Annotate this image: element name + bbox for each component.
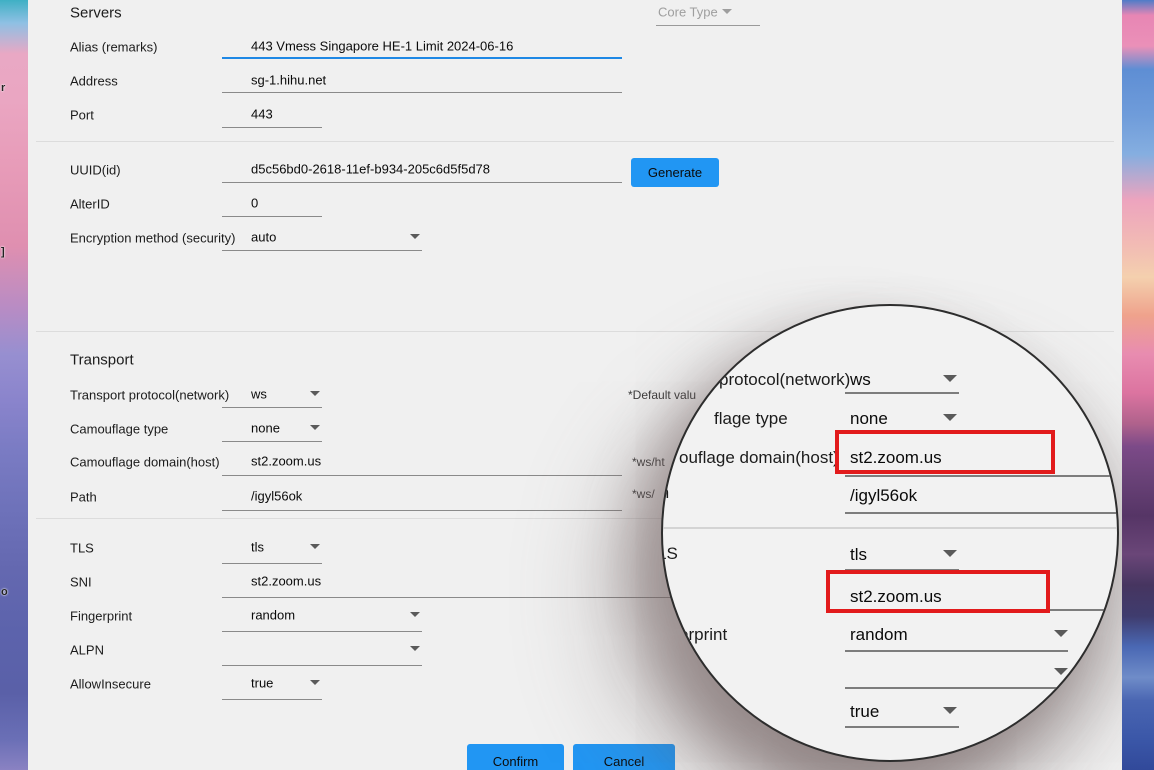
edge-text-fragment: ]	[1, 246, 5, 258]
magnifier-content: protocol(network) ws flage type none ouf…	[663, 306, 1117, 760]
alias-input[interactable]: 443 Vmess Singapore HE-1 Limit 2024-06-1…	[251, 39, 513, 54]
network-hint: *Default valu	[628, 388, 696, 402]
chevron-down-icon	[1054, 630, 1068, 637]
camouflage-domain-underline	[222, 475, 622, 476]
chevron-down-icon[interactable]	[410, 234, 420, 239]
fingerprint-underline	[222, 631, 422, 632]
alterid-input[interactable]: 0	[251, 196, 258, 211]
encryption-label: Encryption method (security)	[70, 231, 235, 246]
path-input[interactable]: /igyl56ok	[251, 489, 302, 504]
zoom-underline	[845, 726, 959, 728]
camouflage-type-label: Camouflage type	[70, 422, 168, 437]
chevron-down-icon[interactable]	[310, 680, 320, 685]
path-underline	[222, 510, 622, 511]
core-type-underline	[656, 25, 760, 26]
address-input[interactable]: sg-1.hihu.net	[251, 73, 326, 88]
chevron-down-icon	[943, 707, 957, 714]
address-label: Address	[70, 74, 118, 89]
network-dropdown[interactable]: ws	[251, 387, 267, 402]
sni-input[interactable]: st2.zoom.us	[251, 574, 321, 589]
camouflage-domain-label: Camouflage domain(host)	[70, 455, 220, 470]
cancel-button[interactable]: Cancel	[573, 744, 675, 770]
port-underline	[222, 127, 322, 128]
tls-label: TLS	[70, 541, 94, 556]
zoom-section-separator	[663, 527, 1117, 529]
network-label: Transport protocol(network)	[70, 388, 229, 403]
tls-underline	[222, 563, 322, 564]
alias-label: Alias (remarks)	[70, 40, 157, 55]
zoom-network-label: protocol(network)	[719, 370, 850, 390]
wallpaper-right-strip	[1122, 0, 1154, 770]
camouflage-type-dropdown[interactable]: none	[251, 421, 280, 436]
uuid-label: UUID(id)	[70, 163, 121, 178]
chevron-down-icon[interactable]	[722, 9, 732, 14]
zoom-sni-label: I	[664, 584, 669, 604]
alpn-label: ALPN	[70, 643, 104, 658]
uuid-underline	[222, 182, 622, 183]
screen: Servers Core Type Alias (remarks) 443 Vm…	[0, 0, 1154, 770]
sni-label: SNI	[70, 575, 92, 590]
path-label: Path	[70, 490, 97, 505]
alterid-label: AlterID	[70, 197, 110, 212]
chevron-down-icon	[1054, 668, 1068, 675]
fingerprint-dropdown[interactable]: random	[251, 608, 295, 623]
allow-insecure-label: AllowInsecure	[70, 677, 151, 692]
zoom-tls-value: tls	[850, 545, 867, 565]
section-separator	[36, 141, 1114, 142]
magnifier-lens: protocol(network) ws flage type none ouf…	[661, 304, 1119, 762]
chevron-down-icon[interactable]	[410, 612, 420, 617]
camouflage-domain-input[interactable]: st2.zoom.us	[251, 454, 321, 469]
zoom-tls-label: LS	[663, 544, 678, 564]
zoom-camouflage-type-value: none	[850, 409, 888, 429]
transport-title: Transport	[70, 352, 134, 369]
encryption-underline	[222, 250, 422, 251]
chevron-down-icon[interactable]	[410, 646, 420, 651]
confirm-button[interactable]: Confirm	[467, 744, 564, 770]
core-type-dropdown[interactable]: Core Type	[658, 5, 718, 20]
encryption-dropdown[interactable]: auto	[251, 230, 276, 245]
zoom-underline	[845, 392, 959, 394]
zoom-underline	[845, 687, 1068, 689]
zoom-path-label: th	[663, 483, 669, 503]
chevron-down-icon	[943, 550, 957, 557]
chevron-down-icon	[943, 375, 957, 382]
port-input[interactable]: 443	[251, 107, 273, 122]
domain-hint: *ws/ht	[632, 455, 665, 469]
zoom-camouflage-domain-label: ouflage domain(host)	[679, 448, 839, 468]
tls-dropdown[interactable]: tls	[251, 540, 264, 555]
uuid-input[interactable]: d5c56bd0-2618-11ef-b934-205c6d5f5d78	[251, 162, 490, 177]
edge-text-fragment: r	[1, 82, 5, 94]
zoom-path-value: /igyl56ok	[850, 486, 917, 506]
highlight-box-sni	[826, 570, 1050, 613]
zoom-underline	[845, 475, 1112, 477]
generate-button[interactable]: Generate	[631, 158, 719, 187]
camouflage-type-underline	[222, 441, 322, 442]
edge-text-fragment: o	[1, 586, 8, 598]
chevron-down-icon	[943, 414, 957, 421]
chevron-down-icon[interactable]	[310, 425, 320, 430]
dialog-title: Servers	[70, 5, 122, 22]
alterid-underline	[222, 216, 322, 217]
allow-insecure-underline	[222, 699, 322, 700]
network-underline	[222, 407, 322, 408]
zoom-underline	[845, 650, 1068, 652]
wallpaper-left-strip: r ] o	[0, 0, 28, 770]
chevron-down-icon[interactable]	[310, 544, 320, 549]
zoom-network-value: ws	[850, 370, 871, 390]
port-label: Port	[70, 108, 94, 123]
alpn-underline	[222, 665, 422, 666]
zoom-underline	[845, 512, 1117, 514]
allow-insecure-dropdown[interactable]: true	[251, 676, 273, 691]
highlight-box-camouflage-domain	[835, 430, 1055, 474]
path-hint: *ws/	[632, 487, 655, 501]
fingerprint-label: Fingerprint	[70, 609, 132, 624]
address-underline	[222, 92, 622, 93]
zoom-fingerprint-value: random	[850, 625, 908, 645]
zoom-camouflage-type-label: flage type	[714, 409, 788, 429]
zoom-allow-insecure-value: true	[850, 702, 879, 722]
zoom-fingerprint-label: erprint	[679, 625, 727, 645]
alias-underline	[222, 57, 622, 59]
chevron-down-icon[interactable]	[310, 391, 320, 396]
